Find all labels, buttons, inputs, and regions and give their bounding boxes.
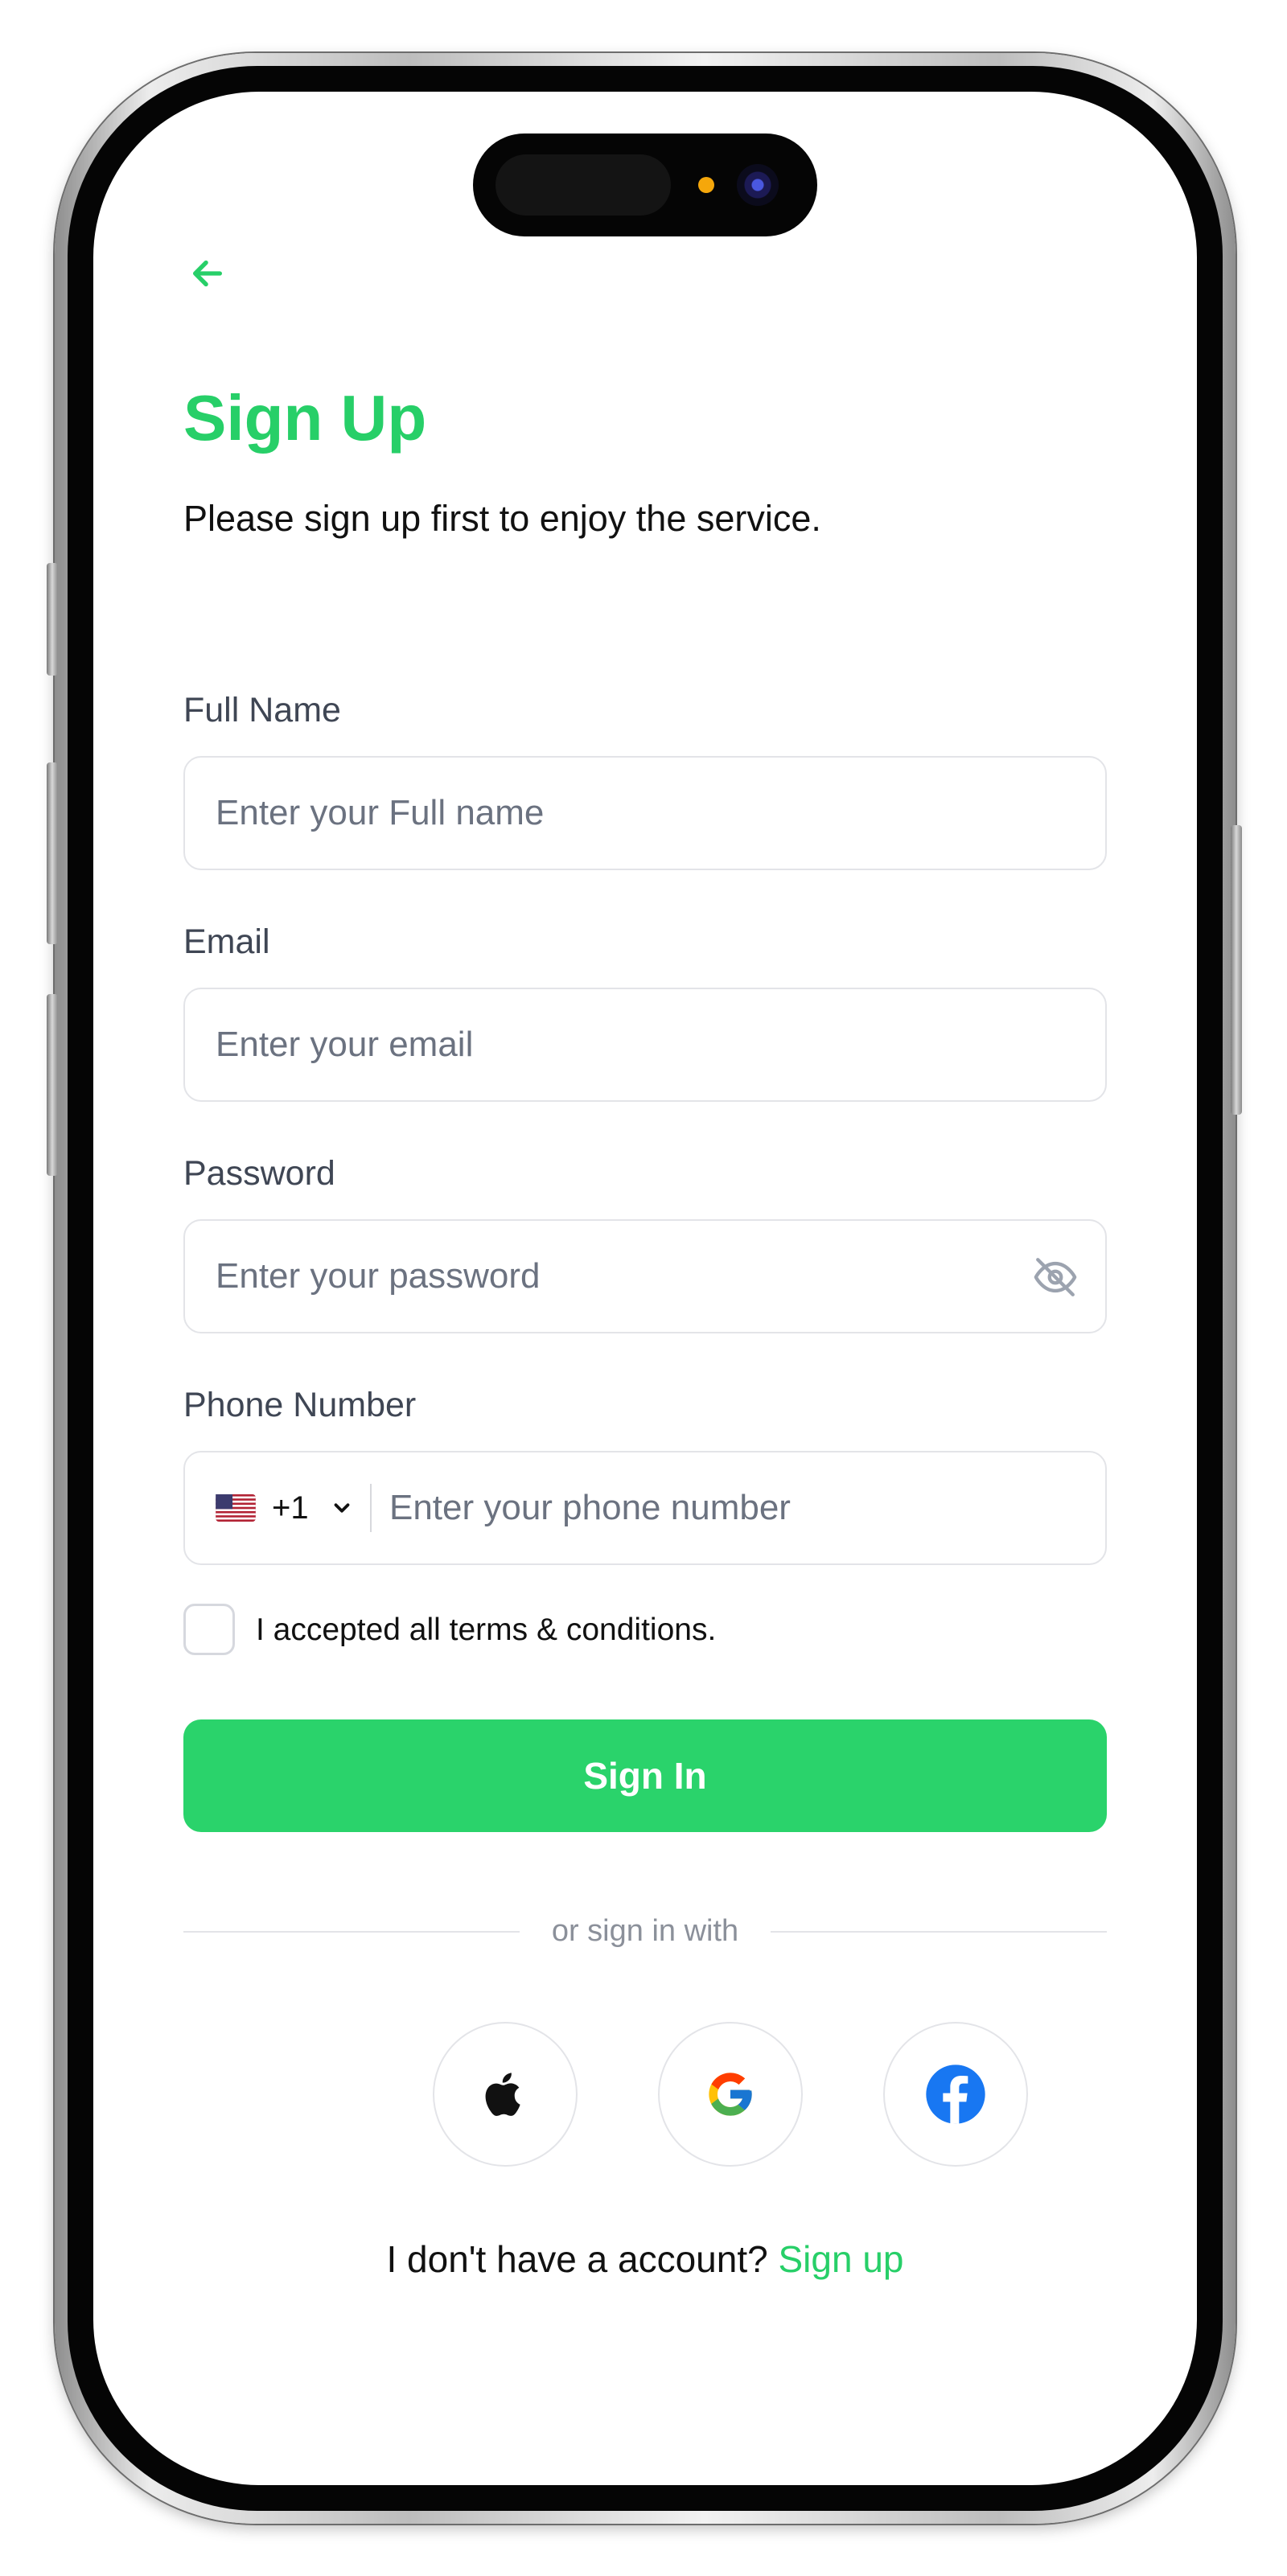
volume-down-button	[47, 994, 58, 1176]
us-flag-icon	[216, 1494, 256, 1522]
signup-link[interactable]: Sign up	[779, 2238, 904, 2280]
arrow-left-icon	[192, 260, 223, 287]
google-icon	[709, 2073, 752, 2116]
apple-icon	[485, 2073, 520, 2116]
full-name-label: Full Name	[183, 691, 341, 729]
terms-label: I accepted all terms & conditions.	[256, 1613, 717, 1647]
phone-label: Phone Number	[183, 1386, 417, 1424]
back-button[interactable]	[183, 249, 232, 298]
volume-up-button	[47, 762, 58, 944]
phone-screen: Sign Up Please sign up first to enjoy th…	[93, 92, 1197, 2485]
password-visibility-toggle[interactable]	[1030, 1251, 1081, 1303]
sign-in-button[interactable]: Sign In	[183, 1719, 1107, 1832]
full-name-field-wrapper	[183, 756, 1107, 870]
full-name-input[interactable]	[185, 758, 1105, 869]
country-code-selector[interactable]: +1	[185, 1452, 354, 1563]
dial-code: +1	[272, 1489, 309, 1526]
privacy-indicator	[698, 177, 714, 193]
phone-input[interactable]	[371, 1452, 1105, 1563]
password-input[interactable]	[185, 1221, 1105, 1332]
front-camera	[737, 164, 779, 206]
divider-label: or sign in with	[551, 1914, 739, 1948]
page-title: Sign Up	[183, 382, 427, 454]
password-label: Password	[183, 1154, 335, 1193]
action-button	[47, 563, 58, 676]
google-signin-button[interactable]	[658, 2022, 803, 2167]
page-subtitle: Please sign up first to enjoy the servic…	[183, 498, 821, 539]
dynamic-island	[473, 134, 817, 236]
power-button	[1231, 825, 1242, 1115]
facebook-icon	[926, 2064, 985, 2124]
apple-signin-button[interactable]	[433, 2022, 578, 2167]
signup-prompt-text: I don't have a account?	[386, 2238, 768, 2280]
facebook-signin-button[interactable]	[883, 2022, 1028, 2167]
email-label: Email	[183, 922, 270, 961]
email-input[interactable]	[185, 989, 1105, 1100]
chevron-down-icon	[334, 1503, 349, 1513]
eye-off-icon	[1034, 1258, 1077, 1296]
password-field-wrapper	[183, 1219, 1107, 1333]
phone-field-wrapper: +1	[183, 1451, 1107, 1565]
terms-checkbox[interactable]	[183, 1604, 235, 1655]
signup-prompt: I don't have a account? Sign up	[183, 2241, 1107, 2278]
email-field-wrapper	[183, 988, 1107, 1102]
